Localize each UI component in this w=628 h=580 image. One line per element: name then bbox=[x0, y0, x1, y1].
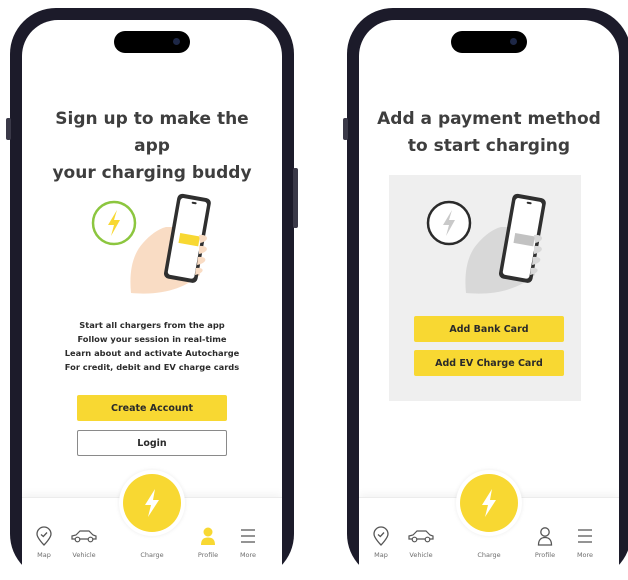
payment-title-line2: to start charging bbox=[407, 136, 571, 156]
nav-label-profile: Profile bbox=[197, 551, 219, 559]
person-icon bbox=[537, 525, 553, 547]
phone-payment: Add a payment method to start charging A… bbox=[343, 8, 628, 580]
nav-item-map[interactable]: Map bbox=[26, 525, 62, 559]
phone-in-hand-illustration bbox=[426, 193, 546, 294]
payment-screen: Add a payment method to start charging A… bbox=[359, 20, 619, 580]
login-button[interactable]: Login bbox=[77, 430, 227, 456]
nav-label-charge: Charge bbox=[140, 551, 164, 559]
benefit-item: Follow your session in real-time bbox=[77, 334, 227, 344]
benefit-item: For credit, debit and EV charge cards bbox=[64, 362, 240, 372]
signup-screen: Sign up to make the app your charging bu… bbox=[22, 20, 282, 580]
nav-label-map: Map bbox=[374, 551, 388, 559]
nav-item-profile[interactable]: Profile bbox=[527, 525, 563, 559]
menu-icon bbox=[577, 525, 593, 547]
map-pin-icon bbox=[372, 525, 390, 547]
bottom-nav: Map Vehicle Charge Profile More bbox=[359, 470, 619, 580]
benefit-list: Start all chargers from the app Follow y… bbox=[22, 318, 282, 374]
nav-label-map: Map bbox=[37, 551, 51, 559]
charge-button[interactable] bbox=[123, 474, 181, 532]
menu-icon bbox=[240, 525, 256, 547]
nav-item-charge[interactable] bbox=[119, 470, 185, 536]
nav-item-vehicle[interactable]: Vehicle bbox=[403, 525, 439, 559]
car-icon bbox=[407, 525, 435, 547]
charger-status-icon bbox=[426, 200, 472, 246]
payment-title-line1: Add a payment method bbox=[377, 109, 601, 129]
dynamic-island bbox=[114, 31, 190, 53]
nav-label-vehicle: Vehicle bbox=[409, 551, 433, 559]
map-pin-icon bbox=[35, 525, 53, 547]
nav-item-more[interactable]: More bbox=[567, 525, 603, 559]
dynamic-island bbox=[451, 31, 527, 53]
nav-item-more[interactable]: More bbox=[230, 525, 266, 559]
nav-item-profile[interactable]: Profile bbox=[190, 525, 226, 559]
bottom-nav: Map Vehicle Charge Profile More bbox=[22, 470, 282, 580]
phone-signup: Sign up to make the app your charging bu… bbox=[6, 8, 298, 580]
nav-item-vehicle[interactable]: Vehicle bbox=[66, 525, 102, 559]
phone-in-hand-illustration bbox=[91, 193, 211, 294]
nav-label-profile: Profile bbox=[534, 551, 556, 559]
benefit-item: Start all chargers from the app bbox=[79, 320, 225, 330]
person-icon bbox=[200, 525, 216, 547]
nav-item-charge[interactable] bbox=[456, 470, 522, 536]
add-bank-card-button[interactable]: Add Bank Card bbox=[414, 316, 564, 342]
payment-title: Add a payment method to start charging bbox=[359, 106, 619, 160]
nav-label-more: More bbox=[239, 551, 257, 559]
nav-item-map[interactable]: Map bbox=[363, 525, 399, 559]
benefit-item: Learn about and activate Autocharge bbox=[64, 348, 240, 358]
car-icon bbox=[70, 525, 98, 547]
add-ev-charge-card-button[interactable]: Add EV Charge Card bbox=[414, 350, 564, 376]
create-account-button[interactable]: Create Account bbox=[77, 395, 227, 421]
charge-button[interactable] bbox=[460, 474, 518, 532]
signup-title: Sign up to make the app your charging bu… bbox=[22, 106, 282, 187]
nav-label-more: More bbox=[576, 551, 594, 559]
lightning-bolt-icon bbox=[145, 489, 159, 517]
charger-status-icon bbox=[91, 200, 137, 246]
lightning-bolt-icon bbox=[482, 489, 496, 517]
nav-label-charge: Charge bbox=[477, 551, 501, 559]
signup-title-line1: Sign up to make the app bbox=[55, 109, 249, 156]
nav-label-vehicle: Vehicle bbox=[72, 551, 96, 559]
